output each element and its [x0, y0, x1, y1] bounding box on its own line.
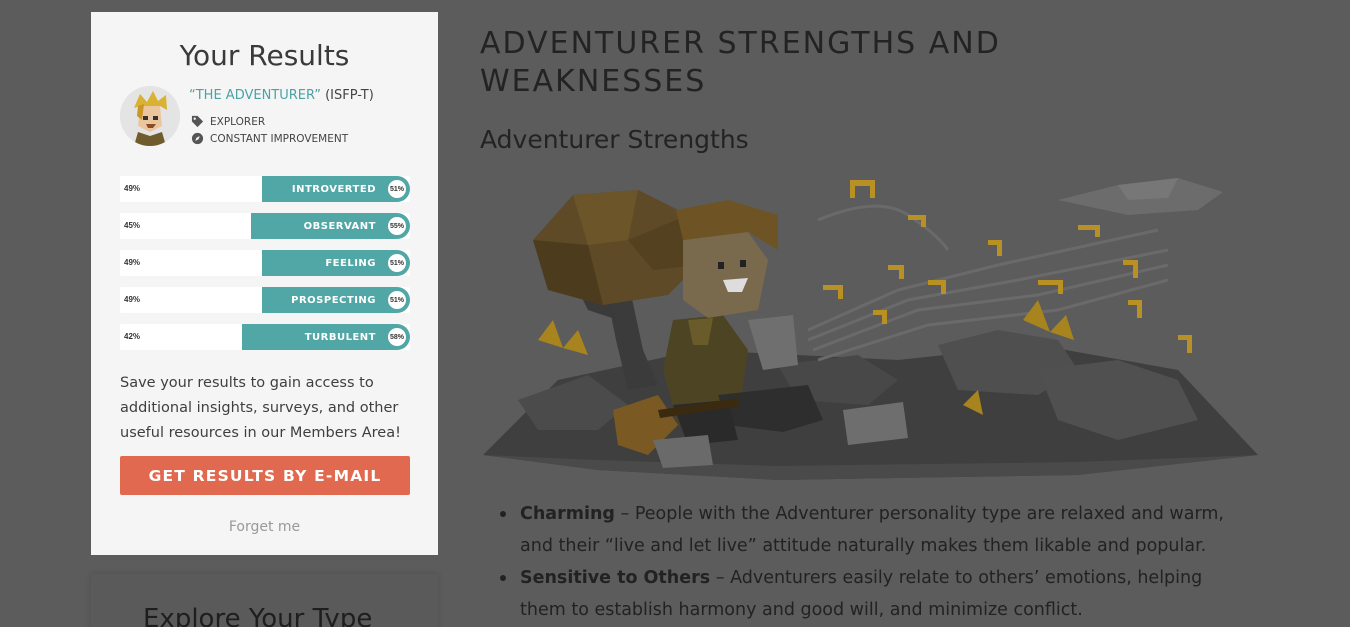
trait-left-percent: 49% [124, 258, 141, 267]
trait-left-percent: 45% [124, 221, 141, 230]
trait-label: FEELING [325, 258, 376, 269]
page-title: ADVENTURER STRENGTHS AND WEAKNESSES [480, 26, 1001, 99]
get-results-email-button[interactable]: GET RESULTS BY E-MAIL [120, 456, 410, 495]
trait-bar-prospecting: 49% PROSPECTING 51% [120, 287, 410, 313]
role-row: EXPLORER [191, 115, 265, 128]
trait-bar-observant: 45% OBSERVANT 55% [120, 213, 410, 239]
type-line: “THE ADVENTURER” (ISFP-T) [189, 88, 374, 103]
trait-right-percent: 51% [386, 252, 408, 274]
trait-left-percent: 49% [124, 295, 141, 304]
strengths-list: Charming – People with the Adventurer pe… [498, 498, 1238, 626]
trait-bar-introverted: 49% INTROVERTED 51% [120, 176, 410, 202]
avatar [120, 86, 180, 146]
trait-label: PROSPECTING [291, 295, 376, 306]
trait-right-percent: 55% [386, 215, 408, 237]
explore-type-card: Explore Your Type [91, 574, 438, 627]
strength-term: Charming [520, 504, 615, 524]
section-heading: Adventurer Strengths [480, 125, 749, 154]
trait-right-percent: 51% [386, 289, 408, 311]
type-name-link[interactable]: “THE ADVENTURER” [189, 88, 321, 103]
trait-right-percent: 51% [386, 178, 408, 200]
explore-type-title: Explore Your Type [143, 604, 373, 627]
results-card: Your Results “THE ADVENTURER” (ISFP-T) E… [91, 12, 438, 555]
list-item: Charming – People with the Adventurer pe… [498, 498, 1238, 562]
trait-left-percent: 49% [124, 184, 141, 193]
trait-left-percent: 42% [124, 332, 141, 341]
trait-bar-feeling: 49% FEELING 51% [120, 250, 410, 276]
trait-right-percent: 58% [386, 326, 408, 348]
save-results-text: Save your results to gain access to addi… [120, 375, 401, 441]
forget-me-link[interactable]: Forget me [91, 519, 438, 535]
trait-label: INTROVERTED [291, 184, 376, 195]
tag-icon [191, 115, 204, 128]
strategy-row: CONSTANT IMPROVEMENT [191, 132, 348, 145]
strength-text: – People with the Adventurer personality… [520, 504, 1224, 556]
type-code: (ISFP-T) [320, 88, 374, 103]
list-item: Sensitive to Others – Adventurers easily… [498, 562, 1238, 626]
compass-icon [191, 132, 204, 145]
trait-bar-turbulent: 42% TURBULENT 58% [120, 324, 410, 350]
role-label: EXPLORER [210, 115, 266, 128]
results-title: Your Results [179, 39, 350, 72]
strategy-label: CONSTANT IMPROVEMENT [210, 132, 349, 145]
strength-term: Sensitive to Others [520, 568, 711, 588]
adventurer-illustration [478, 170, 1263, 485]
trait-label: OBSERVANT [303, 221, 376, 232]
trait-label: TURBULENT [304, 332, 376, 343]
